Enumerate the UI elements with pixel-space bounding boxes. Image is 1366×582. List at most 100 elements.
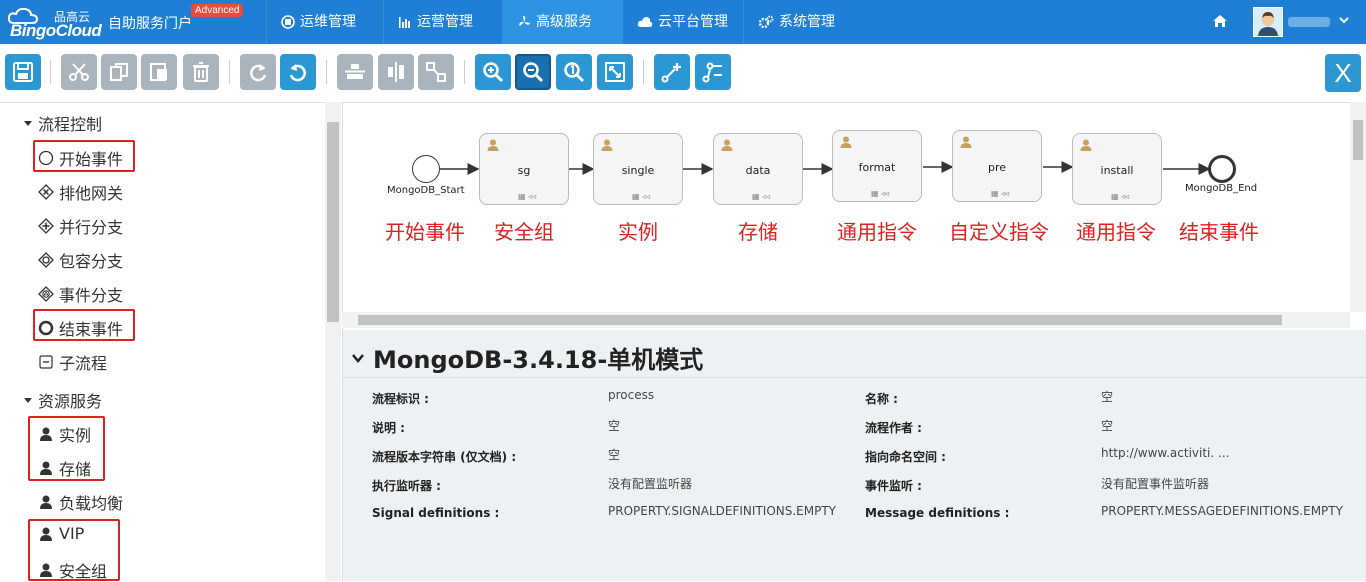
- palette-parallel-gateway[interactable]: 并行分支: [38, 214, 123, 238]
- user-avatar[interactable]: [1253, 7, 1283, 37]
- redo-icon: [250, 64, 267, 82]
- prop-key: 流程作者 :: [865, 421, 922, 435]
- task-node[interactable]: pre ▦ ◃◃: [952, 130, 1042, 202]
- prop-value[interactable]: 空: [1101, 388, 1113, 405]
- nav-advanced-service[interactable]: 高级服务: [502, 0, 622, 44]
- task-node[interactable]: single ▦ ◃◃: [593, 133, 683, 205]
- prop-value[interactable]: 没有配置事件监听器: [1101, 475, 1209, 492]
- user-task-icon: [487, 139, 499, 151]
- diagram-canvas[interactable]: MongoDB_Start sg ▦ ◃◃ single ▦ ◃◃ data ▦…: [342, 102, 1366, 330]
- nav-ops[interactable]: 运维管理: [266, 0, 370, 44]
- portal-label[interactable]: 自助服务门户: [108, 13, 192, 33]
- zoom-fit-button[interactable]: [597, 54, 633, 90]
- task-label: single: [621, 164, 655, 177]
- end-event[interactable]: [1208, 155, 1236, 183]
- nav-cloud-label: 云平台管理: [658, 14, 728, 30]
- palette-scrollbar[interactable]: [325, 102, 341, 581]
- zoom-in-button[interactable]: [475, 54, 511, 90]
- delete-button[interactable]: [183, 54, 219, 90]
- palette-event-gateway[interactable]: 事件分支: [38, 282, 123, 306]
- item-label: 排他网关: [59, 184, 124, 203]
- annotation-label: 通用指令: [1076, 220, 1156, 244]
- prop-value[interactable]: 空: [608, 446, 620, 463]
- process-name: MongoDB-3.4.18-单机模式: [373, 346, 704, 374]
- palette-group-flow-control[interactable]: 流程控制: [22, 111, 102, 135]
- gateway-x-icon: [38, 184, 54, 200]
- item-label: 事件分支: [59, 286, 124, 305]
- nav-operations[interactable]: 运营管理: [383, 0, 487, 44]
- close-editor-button[interactable]: X: [1325, 54, 1361, 92]
- scrollbar-thumb[interactable]: [1353, 120, 1363, 160]
- task-node[interactable]: data ▦ ◃◃: [713, 133, 803, 205]
- palette-exclusive-gateway[interactable]: 排他网关: [38, 180, 123, 204]
- palette-load-balancer[interactable]: 负载均衡: [38, 490, 123, 514]
- canvas-horizontal-scrollbar[interactable]: [342, 312, 1350, 328]
- flow-branch-icon: [702, 62, 722, 83]
- palette-inclusive-gateway[interactable]: 包容分支: [38, 248, 123, 272]
- zoom-actual-button[interactable]: [556, 54, 592, 90]
- zoom-out-button[interactable]: [515, 54, 551, 90]
- nav-system-label: 系统管理: [779, 14, 835, 30]
- align-center-icon: [388, 62, 404, 82]
- scrollbar-thumb[interactable]: [327, 122, 339, 322]
- nav-system[interactable]: 系统管理: [743, 0, 849, 44]
- username-blurred[interactable]: [1288, 17, 1330, 27]
- task-node[interactable]: sg ▦ ◃◃: [479, 133, 569, 205]
- item-label: 负载均衡: [59, 494, 124, 513]
- highlight-box: [33, 140, 135, 172]
- palette-panel: 流程控制 开始事件 排他网关 并行分支 包容分支 事件分支 结束事件 子流程 资…: [0, 102, 325, 581]
- home-icon[interactable]: [1212, 14, 1228, 28]
- zoom-in-icon: [483, 62, 504, 83]
- toolbar-separator: [50, 60, 51, 84]
- task-node[interactable]: format ▦ ◃◃: [832, 130, 922, 202]
- save-button[interactable]: [5, 54, 41, 90]
- avatar-image: [1254, 8, 1282, 36]
- task-label: pre: [987, 161, 1007, 174]
- flow-branch-button[interactable]: [695, 54, 731, 90]
- start-event[interactable]: [412, 155, 440, 183]
- properties-panel: MongoDB-3.4.18-单机模式 流程标识 : process 名称 : …: [342, 330, 1366, 581]
- task-node[interactable]: install ▦ ◃◃: [1072, 133, 1162, 205]
- prop-value[interactable]: process: [608, 388, 654, 402]
- prop-value[interactable]: 空: [608, 417, 620, 434]
- copy-button[interactable]: [101, 54, 137, 90]
- nav-ops-label: 运维管理: [300, 14, 356, 30]
- delete-icon: [193, 62, 209, 82]
- fan-icon: [519, 16, 530, 26]
- annotation-label: 开始事件: [385, 220, 465, 244]
- prop-value[interactable]: 空: [1101, 417, 1113, 434]
- chevron-down-icon: [24, 398, 32, 403]
- paste-button[interactable]: [141, 54, 177, 90]
- redo-button[interactable]: [240, 54, 276, 90]
- task-label: install: [1100, 164, 1134, 177]
- highlight-box: [28, 519, 120, 581]
- align-button[interactable]: [337, 54, 373, 90]
- group-label: 流程控制: [38, 115, 103, 134]
- annotation-label: 安全组: [494, 220, 554, 244]
- properties-title[interactable]: MongoDB-3.4.18-单机模式: [351, 340, 703, 375]
- palette-subprocess[interactable]: 子流程: [38, 350, 107, 374]
- prop-value[interactable]: http://www.activiti. ...: [1101, 446, 1229, 460]
- undo-button[interactable]: [280, 54, 316, 90]
- canvas-vertical-scrollbar[interactable]: [1350, 102, 1366, 312]
- task-label: format: [858, 161, 896, 174]
- prop-value[interactable]: PROPERTY.MESSAGEDEFINITIONS.EMPTY: [1101, 504, 1366, 518]
- align-center-button[interactable]: [378, 54, 414, 90]
- prop-key: 指向命名空间 :: [865, 450, 946, 464]
- cut-button[interactable]: [61, 54, 97, 90]
- bingocloud-logo[interactable]: 品高云 BingoCloud: [8, 6, 104, 40]
- multi-instance-icon: ▦ ◃◃: [871, 189, 890, 198]
- resize-button[interactable]: [418, 54, 454, 90]
- nav-cloud-platform[interactable]: 云平台管理: [622, 0, 742, 44]
- chevron-down-icon[interactable]: [1338, 14, 1350, 26]
- user-icon: [40, 495, 52, 509]
- prop-key: 说明 :: [372, 421, 405, 435]
- prop-key: 事件监听 :: [865, 479, 922, 493]
- prop-value[interactable]: 没有配置监听器: [608, 475, 692, 492]
- paste-icon: [150, 63, 167, 81]
- scrollbar-thumb[interactable]: [358, 315, 1282, 325]
- highlight-box: [28, 416, 105, 481]
- flow-add-button[interactable]: [654, 54, 690, 90]
- palette-group-resource[interactable]: 资源服务: [22, 388, 102, 412]
- prop-value[interactable]: PROPERTY.SIGNALDEFINITIONS.EMPTY: [608, 504, 853, 518]
